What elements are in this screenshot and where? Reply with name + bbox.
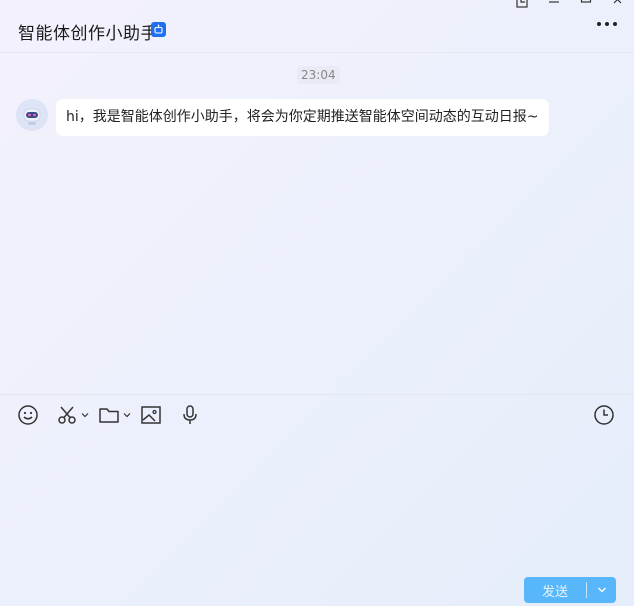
chat-title: 智能体创作小助手 <box>18 24 158 44</box>
microphone-icon[interactable] <box>179 403 201 427</box>
folder-icon[interactable] <box>98 403 131 427</box>
folder-options-icon[interactable] <box>123 411 131 419</box>
bot-badge-icon <box>151 22 166 37</box>
screenshot-icon[interactable] <box>56 403 89 427</box>
message-timestamp: 23:04 <box>297 66 340 84</box>
chevron-down-icon[interactable] <box>587 585 616 595</box>
robot-avatar[interactable] <box>16 99 48 131</box>
send-button-group: 发送 <box>524 577 616 603</box>
image-icon[interactable] <box>140 403 162 427</box>
message-input[interactable] <box>14 438 624 570</box>
clock-icon[interactable] <box>593 403 615 427</box>
composer-toolbar <box>0 394 634 435</box>
screenshot-options-icon[interactable] <box>81 411 89 419</box>
message-bubble: hi，我是智能体创作小助手，将会为你定期推送智能体空间动态的互动日报~ <box>56 99 549 136</box>
chat-header: 智能体创作小助手 <box>0 0 634 53</box>
send-button[interactable]: 发送 <box>524 581 586 600</box>
emoji-icon[interactable] <box>17 403 39 427</box>
more-icon[interactable] <box>597 22 617 26</box>
